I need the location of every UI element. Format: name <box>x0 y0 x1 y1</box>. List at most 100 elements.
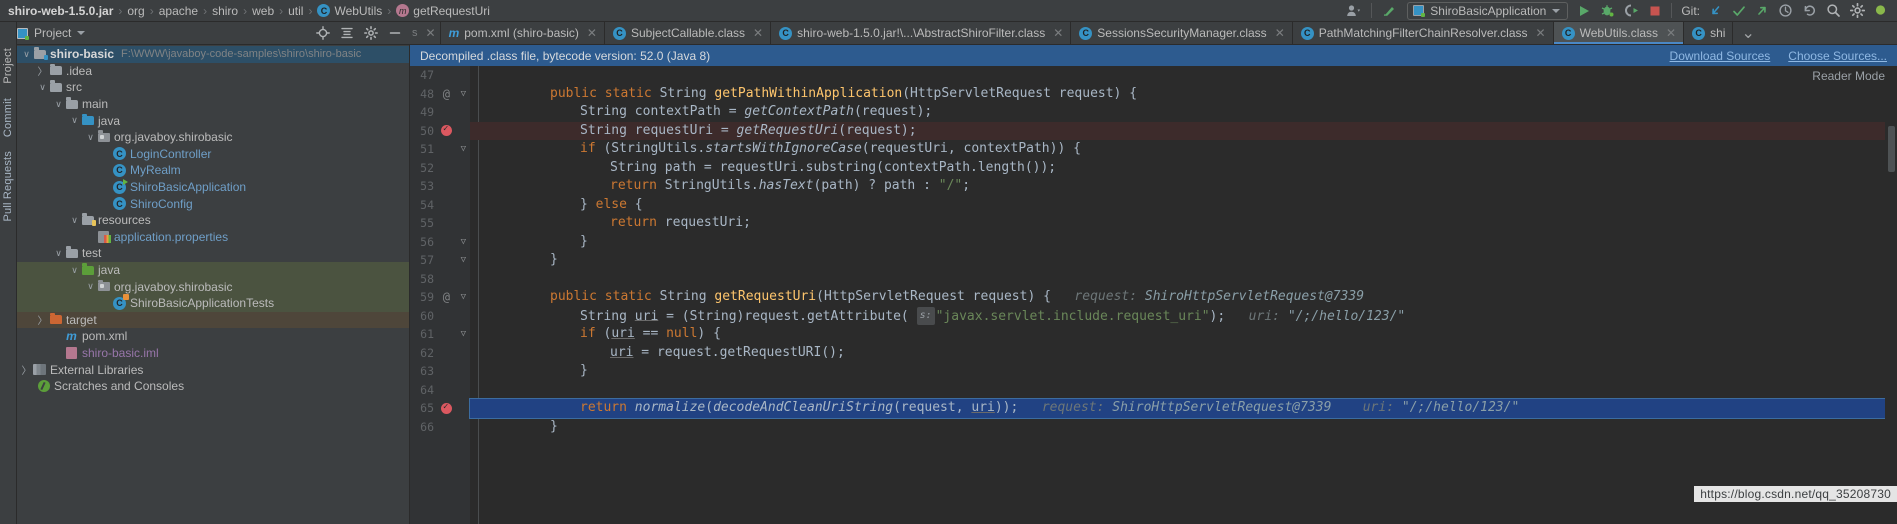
fold-marker-icon[interactable]: ▽ <box>461 255 466 265</box>
git-push-icon[interactable] <box>1755 4 1769 18</box>
tree-row-src[interactable]: src <box>17 79 409 96</box>
run-icon[interactable] <box>1577 4 1591 18</box>
locate-icon[interactable] <box>316 26 330 40</box>
fold-marker-icon[interactable]: ▽ <box>461 89 466 99</box>
marker-scrollbar-thumb[interactable] <box>1888 126 1895 172</box>
breadcrumb-method[interactable]: m getRequestUri <box>394 4 492 18</box>
git-commit-icon[interactable] <box>1732 4 1746 18</box>
choose-sources-link[interactable]: Choose Sources... <box>1788 49 1887 63</box>
chevron-right-icon[interactable] <box>21 362 32 377</box>
breadcrumb-web[interactable]: web <box>250 4 276 18</box>
code-line-66[interactable]: } <box>470 418 1885 437</box>
git-rollback-icon[interactable] <box>1802 3 1817 18</box>
code-line-49[interactable]: String contextPath = getContextPath(requ… <box>470 103 1885 122</box>
fold-marker-icon[interactable]: ▽ <box>461 329 466 339</box>
tree-row-resources[interactable]: resources <box>17 212 409 229</box>
tree-row-my-realm[interactable]: C MyRealm <box>17 162 409 179</box>
close-icon[interactable]: ✕ <box>1053 26 1063 40</box>
project-toolwindow-label[interactable]: Project <box>34 26 71 40</box>
tree-row-shiro-basic-application-tests[interactable]: C ShiroBasicApplicationTests <box>17 293 409 312</box>
collapse-all-icon[interactable] <box>340 26 354 40</box>
toolwindow-button-project[interactable]: Project <box>2 48 14 84</box>
editor-marker-bar[interactable] <box>1885 66 1897 524</box>
code-line-54[interactable]: } else { <box>470 196 1885 215</box>
code-line-55[interactable]: return requestUri; <box>470 214 1885 233</box>
tree-row-test-package[interactable]: org.javaboy.shirobasic <box>17 278 409 295</box>
run-with-coverage-icon[interactable] <box>1624 4 1639 18</box>
settings-icon[interactable] <box>1850 3 1865 18</box>
breakpoint-icon[interactable] <box>441 124 452 137</box>
editor-gutter[interactable]: 47 48 @ ▽ 49 50 51 ▽ 52 53 54 55 56 ▽ 57 ▽ 58… <box>410 66 470 524</box>
breadcrumb-shiro[interactable]: shiro <box>210 4 240 18</box>
code-line-62[interactable]: uri = request.getRequestURI(); <box>470 344 1885 363</box>
tab-subject-callable[interactable]: C SubjectCallable.class ✕ <box>604 22 772 44</box>
git-history-icon[interactable] <box>1778 3 1793 18</box>
breadcrumb-apache[interactable]: apache <box>157 4 200 18</box>
user-avatar-icon[interactable] <box>1346 4 1362 18</box>
tree-row-main-java[interactable]: java <box>17 112 409 129</box>
close-icon[interactable]: ✕ <box>1275 26 1285 40</box>
code-line-51[interactable]: if (StringUtils.startsWithIgnoreCase(req… <box>470 140 1885 159</box>
tree-row-main[interactable]: main <box>17 96 409 113</box>
tree-row-idea[interactable]: .idea <box>17 63 409 80</box>
breadcrumb-jar[interactable]: shiro-web-1.5.0.jar <box>6 4 115 18</box>
notifications-icon[interactable] <box>1874 4 1887 18</box>
code-line-48[interactable]: public static String getPathWithinApplic… <box>470 85 1885 104</box>
tree-row-pom-xml[interactable]: m pom.xml <box>17 328 409 345</box>
code-line-61[interactable]: if (uri == null) { <box>470 325 1885 344</box>
updating-project-icon[interactable] <box>1381 3 1398 19</box>
chevron-down-icon[interactable] <box>69 215 80 226</box>
code-line-52[interactable]: String path = requestUri.substring(conte… <box>470 159 1885 178</box>
tree-row-external-libraries[interactable]: External Libraries <box>17 361 409 378</box>
search-everywhere-icon[interactable] <box>1826 3 1841 18</box>
tree-row-test-java[interactable]: java <box>17 261 409 279</box>
close-icon[interactable]: ✕ <box>1666 26 1676 40</box>
breadcrumb-util[interactable]: util <box>286 4 305 18</box>
code-line-58[interactable] <box>470 270 1885 289</box>
run-configuration-selector[interactable]: ShiroBasicApplication <box>1407 1 1569 20</box>
chevron-down-icon[interactable] <box>69 265 80 276</box>
project-tree[interactable]: shiro-basic F:\WWW\javaboy-code-samples\… <box>17 45 410 524</box>
fold-marker-icon[interactable]: ▽ <box>461 292 466 302</box>
code-line-53[interactable]: return StringUtils.hasText(path) ? path … <box>470 177 1885 196</box>
code-line-65[interactable]: return normalize(decodeAndCleanUriString… <box>469 398 1886 419</box>
code-line-63[interactable]: } <box>470 362 1885 381</box>
tab-truncated-left[interactable]: s ✕ <box>410 22 441 44</box>
tabs-overflow-chevron-down-icon[interactable]: ⌄ <box>1733 22 1762 44</box>
debug-icon[interactable] <box>1600 3 1615 18</box>
code-line-57[interactable]: } <box>470 251 1885 270</box>
settings-gear-icon[interactable] <box>364 26 378 40</box>
breakpoint-icon[interactable] <box>441 402 452 414</box>
chevron-down-icon[interactable] <box>37 82 48 93</box>
override-marker-icon[interactable]: @ <box>443 290 450 304</box>
chevron-down-icon[interactable] <box>69 115 80 126</box>
chevron-right-icon[interactable] <box>37 312 48 327</box>
stop-icon[interactable] <box>1648 4 1662 18</box>
code-line-60[interactable]: String uri = (String)request.getAttribut… <box>470 306 1885 325</box>
code-line-59[interactable]: public static String getRequestUri(HttpS… <box>470 288 1885 307</box>
chevron-down-icon[interactable] <box>85 281 96 292</box>
chevron-down-icon[interactable] <box>53 99 64 110</box>
chevron-down-icon[interactable] <box>85 132 96 143</box>
code-text[interactable]: public static String getPathWithinApplic… <box>469 66 1886 524</box>
chevron-right-icon[interactable] <box>37 63 48 78</box>
tree-row-scratches-and-consoles[interactable]: Scratches and Consoles <box>17 378 409 395</box>
git-update-icon[interactable] <box>1709 4 1723 18</box>
download-sources-link[interactable]: Download Sources <box>1670 49 1771 63</box>
close-icon[interactable]: ✕ <box>587 26 597 40</box>
toolwindow-button-pull-requests[interactable]: Pull Requests <box>2 151 14 221</box>
close-icon[interactable]: ✕ <box>1536 26 1546 40</box>
chevron-down-icon[interactable] <box>53 248 64 259</box>
fold-marker-icon[interactable]: ▽ <box>461 237 466 247</box>
tab-web-utils[interactable]: C WebUtils.class ✕ <box>1553 22 1685 44</box>
tab-sessions-security-manager[interactable]: C SessionsSecurityManager.class ✕ <box>1071 22 1293 44</box>
code-line-56[interactable]: } <box>470 233 1885 252</box>
code-line-50[interactable]: String requestUri = getRequestUri(reques… <box>470 121 1885 140</box>
tab-pom-xml[interactable]: m pom.xml (shiro-basic) ✕ <box>440 22 605 44</box>
chevron-down-icon[interactable] <box>77 31 86 35</box>
tree-row-target[interactable]: target <box>17 311 409 329</box>
tree-row-login-controller[interactable]: C LoginController <box>17 146 409 163</box>
code-line-47[interactable] <box>470 66 1885 85</box>
close-icon[interactable]: ✕ <box>426 26 436 40</box>
tab-truncated-right[interactable]: C shi <box>1684 22 1734 44</box>
